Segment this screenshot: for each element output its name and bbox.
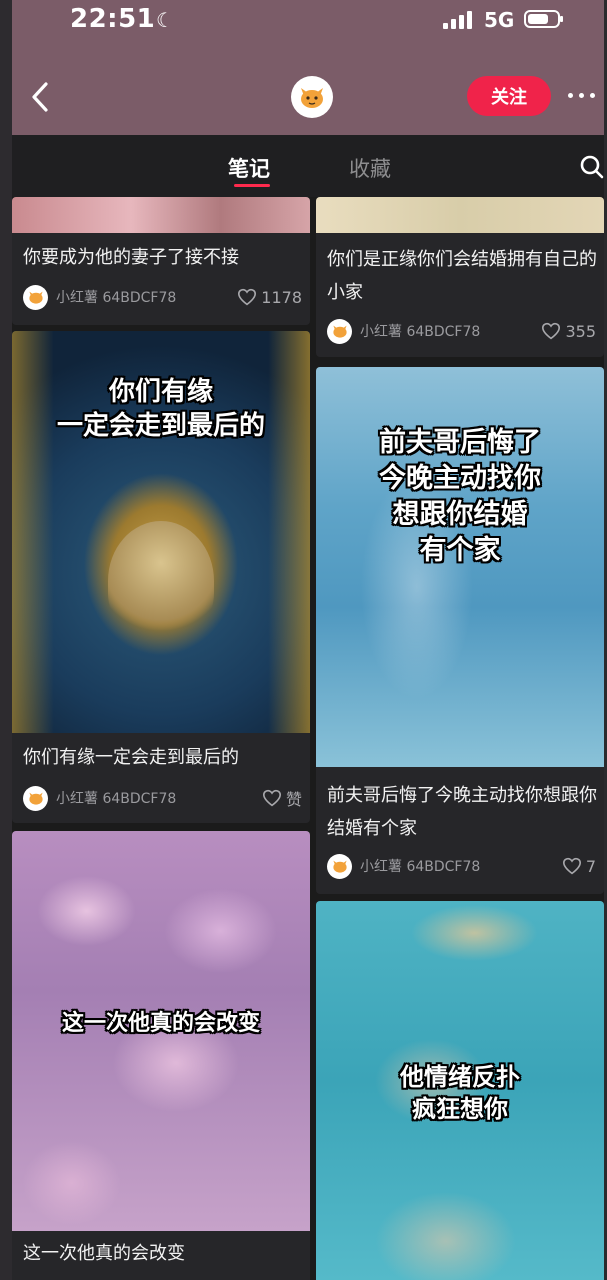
note-title: 这一次他真的会改变 xyxy=(23,1243,185,1264)
tab-notes[interactable]: 笔记 xyxy=(228,153,270,183)
heart-icon xyxy=(562,857,581,875)
note-title: 你们有缘一定会走到最后的 xyxy=(23,747,239,768)
cover-overlay-text: 前夫哥后悔了 今晚主动找你 想跟你结婚 有个家 xyxy=(379,427,541,566)
note-card[interactable]: 你要成为他的妻子了接不接 小红薯 64BDCF78 1178 xyxy=(12,197,310,325)
tab-favorites[interactable]: 收藏 xyxy=(349,153,391,183)
note-meta: 小红薯 64BDCF78 赞 xyxy=(23,785,302,811)
left-edge xyxy=(0,0,12,1280)
follow-button[interactable]: 关注 xyxy=(467,76,551,116)
search-icon[interactable] xyxy=(578,153,606,181)
status-time: 22:51 xyxy=(70,4,156,34)
cover-overlay-text: 他情绪反扑 疯狂想你 xyxy=(400,1063,520,1123)
cat-avatar-icon xyxy=(301,88,323,108)
note-meta: 小红薯 64BDCF78 7 xyxy=(327,853,596,879)
note-card[interactable]: 前夫哥后悔了 今晚主动找你 想跟你结婚 有个家 前夫哥后悔了今晚主动找你想跟你结… xyxy=(316,367,604,894)
network-label: 5G xyxy=(484,8,515,32)
note-cover-image: 这一次他真的会改变 xyxy=(12,831,310,1231)
author-avatar[interactable] xyxy=(23,785,48,811)
note-cover-image: 前夫哥后悔了 今晚主动找你 想跟你结婚 有个家 xyxy=(316,367,604,767)
author-name[interactable]: 小红薯 64BDCF78 xyxy=(56,788,262,808)
heart-icon xyxy=(542,322,561,340)
cat-avatar-icon xyxy=(332,325,347,338)
heart-icon xyxy=(262,789,281,807)
note-title: 你要成为他的妻子了接不接 xyxy=(23,247,239,268)
cover-overlay-text: 这一次他真的会改变 xyxy=(61,1011,260,1036)
note-card[interactable]: 你们是正缘你们会结婚拥有自己的小家 小红薯 64BDCF78 355 xyxy=(316,197,604,357)
heart-icon xyxy=(238,288,257,306)
cat-avatar-icon xyxy=(28,792,43,805)
like-button[interactable]: 7 xyxy=(562,857,596,876)
author-name[interactable]: 小红薯 64BDCF78 xyxy=(360,856,562,876)
like-button[interactable]: 赞 xyxy=(262,786,302,810)
note-cover-image xyxy=(316,197,604,233)
note-title: 前夫哥后悔了今晚主动找你想跟你结婚有个家 xyxy=(327,785,597,839)
like-count: 赞 xyxy=(285,790,302,809)
author-name[interactable]: 小红薯 64BDCF78 xyxy=(56,287,237,307)
profile-header: 22:51 ☾ 5G 关注 xyxy=(12,0,604,135)
notes-feed: 你要成为他的妻子了接不接 小红薯 64BDCF78 1178 你们是正缘你们会结… xyxy=(12,197,604,1280)
cat-avatar-icon xyxy=(28,291,43,304)
like-count: 355 xyxy=(565,321,596,341)
tab-active-indicator xyxy=(234,184,270,187)
note-card[interactable]: 你们有缘 一定会走到最后的 你们有缘一定会走到最后的 小红薯 64BDCF78 … xyxy=(12,331,310,823)
like-count: 1178 xyxy=(261,287,302,307)
like-count: 7 xyxy=(585,856,596,876)
like-button[interactable]: 355 xyxy=(541,322,596,341)
author-avatar[interactable] xyxy=(327,853,352,879)
cover-overlay-text: 你们有缘 一定会走到最后的 xyxy=(56,377,265,441)
note-cover-image xyxy=(12,197,310,233)
note-cover-image: 你们有缘 一定会走到最后的 xyxy=(12,331,310,733)
avatar[interactable] xyxy=(291,76,333,118)
note-meta: 小红薯 64BDCF78 1178 xyxy=(23,284,302,310)
note-title: 你们是正缘你们会结婚拥有自己的小家 xyxy=(327,249,597,303)
battery-icon xyxy=(524,10,563,28)
note-card[interactable]: 这一次他真的会改变 这一次他真的会改变 xyxy=(12,831,310,1280)
note-card[interactable]: 他情绪反扑 疯狂想你 xyxy=(316,901,604,1280)
author-avatar[interactable] xyxy=(327,318,352,344)
more-icon[interactable] xyxy=(568,93,595,98)
signal-icon xyxy=(443,9,477,29)
moon-icon: ☾ xyxy=(156,8,174,32)
author-name[interactable]: 小红薯 64BDCF78 xyxy=(360,321,541,341)
tab-bar: 笔记 收藏 xyxy=(12,135,604,197)
back-icon[interactable] xyxy=(26,80,54,114)
note-meta: 小红薯 64BDCF78 355 xyxy=(327,318,596,344)
cat-avatar-icon xyxy=(332,860,347,873)
note-cover-image: 他情绪反扑 疯狂想你 xyxy=(316,901,604,1280)
like-button[interactable]: 1178 xyxy=(237,288,302,307)
author-avatar[interactable] xyxy=(23,284,48,310)
